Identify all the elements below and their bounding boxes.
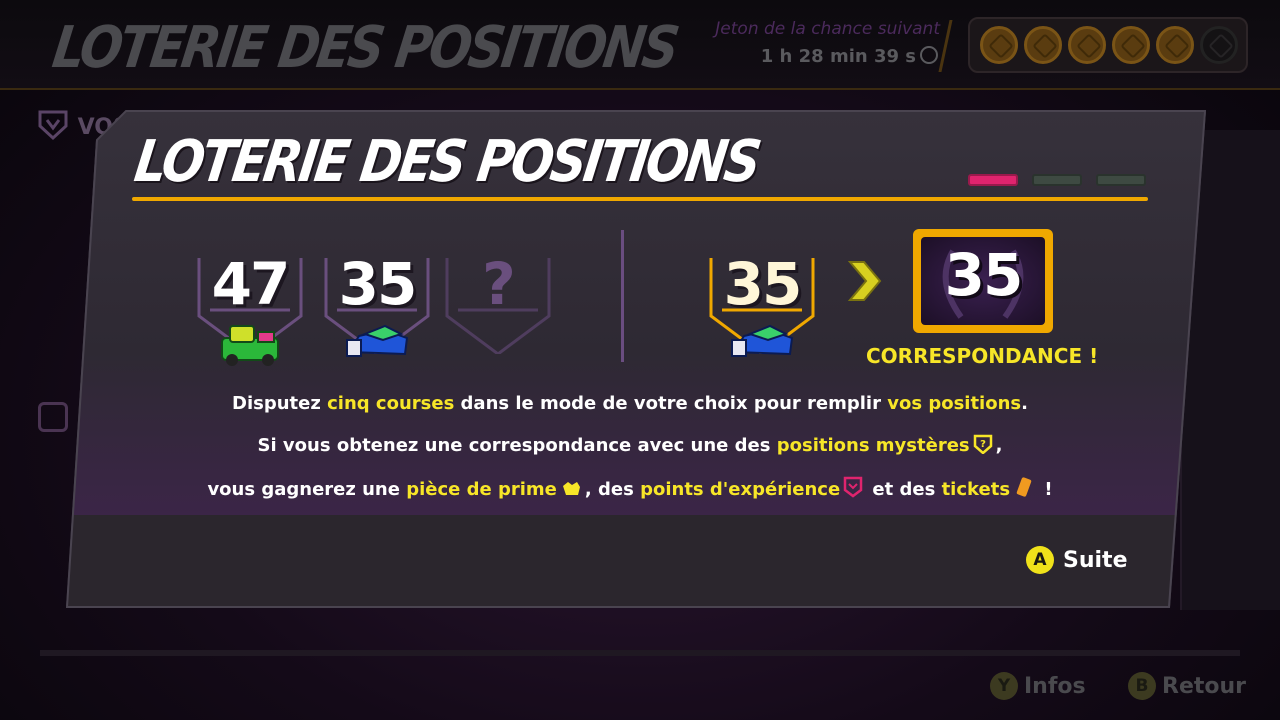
luck-token-icon (1024, 26, 1062, 64)
info-button[interactable]: Y Infos (990, 672, 1086, 700)
slot-value: 35 (723, 250, 803, 318)
slot-value: ? (482, 250, 516, 318)
page-indicator-2 (1032, 174, 1082, 186)
desc-highlight: vos positions (887, 393, 1022, 414)
desc-highlight: positions mystères (776, 435, 970, 456)
empty-token-icon (1200, 26, 1238, 64)
b-button-icon: B (1128, 672, 1156, 700)
desc-text: vous gagnerez une (207, 479, 407, 500)
background-title: LOTERIE DES POSITIONS (48, 14, 681, 81)
luck-token-icon (980, 26, 1018, 64)
title-underline (132, 197, 1148, 201)
slot-value: 47 (211, 250, 291, 318)
desc-highlight: points d'expérience (640, 479, 841, 500)
continue-button[interactable]: A Suite (1026, 546, 1128, 574)
dialog-title: LOTERIE DES POSITIONS (130, 128, 763, 195)
back-button-label: Retour (1162, 673, 1247, 699)
blue-racer-icon (346, 324, 409, 357)
a-button-icon: A (1026, 546, 1054, 574)
desc-highlight: cinq courses (327, 393, 455, 414)
bonus-coin-icon (562, 482, 580, 495)
y-button-icon: Y (990, 672, 1018, 700)
desc-highlight: pièce de prime (406, 479, 557, 500)
match-value: 35 (944, 241, 1024, 309)
luck-token-icon (1112, 26, 1150, 64)
chevron-right-icon (847, 261, 882, 301)
blue-racer-icon (731, 324, 794, 357)
page-indicator-1 (968, 174, 1018, 186)
desc-text: dans le mode de votre choix pour remplir (454, 393, 888, 414)
stopwatch-icon (920, 46, 938, 64)
description-line-2: Si vous obtenez une correspondance avec … (120, 434, 1140, 456)
back-button[interactable]: B Retour (1128, 672, 1246, 700)
desc-text: et des (866, 479, 942, 500)
timer-text: 1 h 28 min 39 s (760, 46, 916, 67)
next-token-timer: 1 h 28 min 39 s (761, 46, 938, 67)
section-divider (621, 230, 624, 362)
continue-button-label: Suite (1063, 547, 1128, 573)
green-kart-icon (221, 325, 279, 366)
next-token-label: Jeton de la chance suivant (715, 19, 940, 39)
desc-text: ! (1038, 479, 1053, 500)
luck-token-tray (968, 17, 1248, 73)
mystery-position-bg-icon (38, 402, 68, 432)
slot-value: 35 (338, 250, 418, 318)
info-button-label: Infos (1024, 673, 1086, 699)
desc-text: Disputez (232, 393, 328, 414)
description-line-3: vous gagnerez une pièce de prime , des po… (120, 476, 1140, 500)
luck-token-icon (1068, 26, 1106, 64)
match-label: CORRESPONDANCE ! (866, 344, 1099, 368)
background-bottom-bar (40, 650, 1240, 656)
desc-text: . (1021, 393, 1028, 414)
desc-text: Si vous obtenez une correspondance avec … (257, 435, 777, 456)
laurel-shield-icon (38, 110, 68, 141)
experience-points-icon (843, 476, 863, 498)
description-line-1: Disputez cinq courses dans le mode de vo… (120, 393, 1140, 414)
svg-text:?: ? (980, 439, 986, 450)
mystery-position-icon: ? (973, 434, 992, 454)
ticket-icon (1016, 477, 1032, 497)
mystery-position-match: 35 (913, 229, 1053, 333)
luck-token-icon (1156, 26, 1194, 64)
desc-text: , des (584, 479, 641, 500)
page-indicator-3 (1096, 174, 1146, 186)
position-slot-3: ? (444, 250, 552, 358)
desc-highlight: tickets (941, 479, 1011, 500)
desc-text: , (995, 435, 1003, 456)
